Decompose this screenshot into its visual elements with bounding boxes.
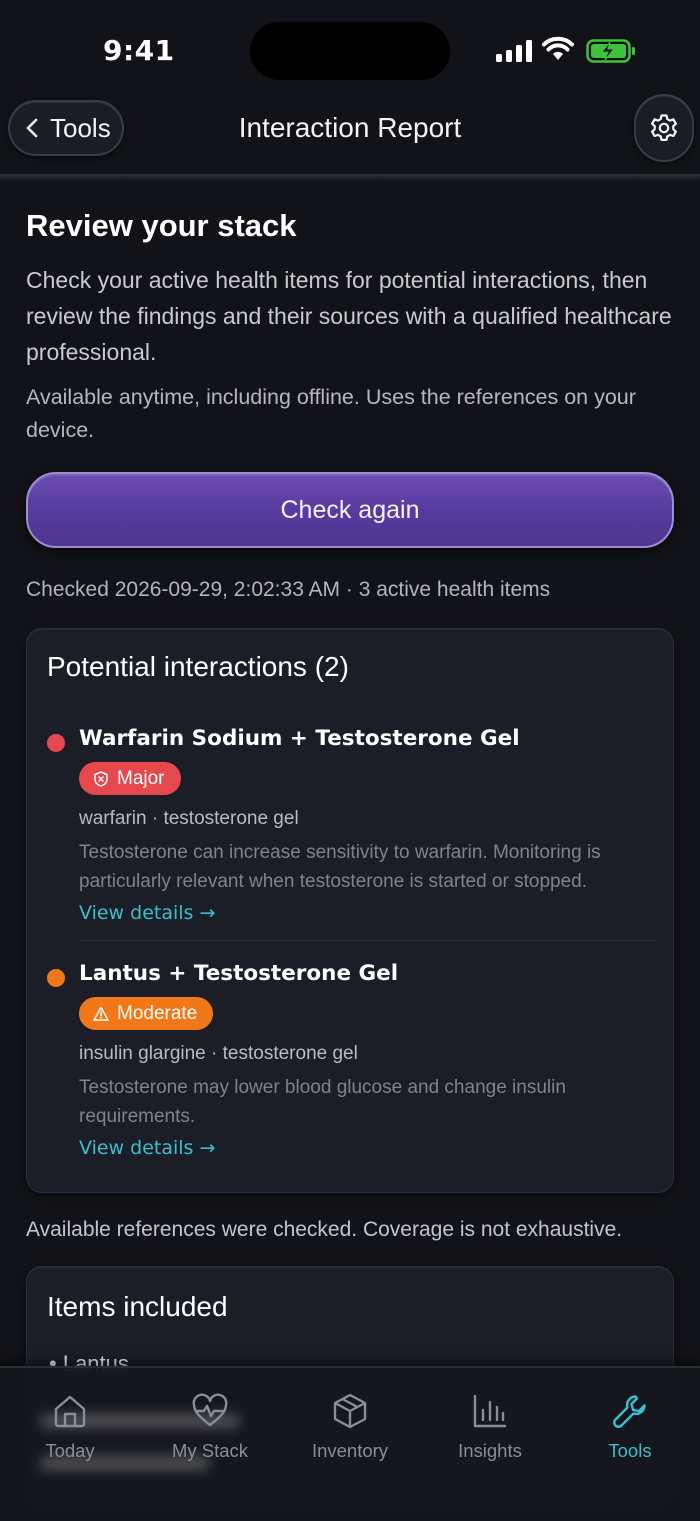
coverage-note: Available references were checked. Cover…	[26, 1218, 623, 1241]
severity-badge-moderate: Moderate	[79, 997, 214, 1030]
interaction-divider	[79, 940, 655, 941]
view-details-link[interactable]: View details →	[79, 1137, 215, 1159]
home-icon	[54, 1395, 86, 1428]
tab-bar: Today My Stack Inventory Insights Tools	[0, 1366, 700, 1521]
interaction-drugs: insulin glargine · testosterone gel	[79, 1043, 358, 1064]
interaction-description: Testosterone can increase sensitivity to…	[79, 842, 601, 892]
severity-label: Major	[117, 767, 165, 789]
interaction-drugs: warfarin · testosterone gel	[79, 808, 299, 829]
shield-x-icon	[94, 770, 108, 787]
interactions-card: Potential interactions (2) Warfarin Sodi…	[26, 628, 674, 1193]
tab-today[interactable]: Today	[0, 1392, 140, 1462]
tab-my-stack[interactable]: My Stack	[140, 1392, 280, 1462]
warning-triangle-icon	[93, 1006, 109, 1021]
checked-timestamp: Checked 2026-09-29, 2:02:33 AM · 3 activ…	[26, 578, 551, 601]
nav-header: Tools Interaction Report	[0, 90, 700, 176]
offline-note: Available anytime, including offline. Us…	[26, 385, 636, 442]
interactions-title: Potential interactions (2)	[47, 651, 349, 682]
severity-dot	[47, 734, 65, 752]
gear-icon	[651, 114, 677, 141]
interaction-name: Warfarin Sodium + Testosterone Gel	[79, 726, 520, 751]
wifi-icon	[542, 36, 574, 60]
tab-label: Insights	[458, 1440, 522, 1461]
tab-label: My Stack	[171, 1440, 249, 1461]
intro-description: Check your active health items for poten…	[26, 267, 672, 365]
check-again-button[interactable]: Check again	[26, 472, 674, 548]
dynamic-island	[250, 22, 450, 80]
battery-charging-icon	[586, 39, 635, 63]
tab-insights[interactable]: Insights	[420, 1392, 560, 1462]
cellular-signal-icon	[496, 40, 532, 62]
box-icon	[333, 1393, 367, 1429]
severity-label: Moderate	[117, 1002, 198, 1024]
tab-label: Tools	[608, 1440, 652, 1461]
bar-chart-icon	[473, 1394, 507, 1428]
page-title: Interaction Report	[238, 112, 462, 143]
tab-inventory[interactable]: Inventory	[280, 1392, 420, 1462]
tab-label: Today	[45, 1440, 95, 1461]
screen: 9:41 Tools Interaction Report Review you…	[0, 0, 700, 1521]
severity-badge-major: Major	[79, 762, 181, 795]
view-details-link[interactable]: View details →	[79, 902, 215, 924]
heart-pulse-icon	[192, 1393, 228, 1427]
status-bar: 9:41	[0, 0, 700, 90]
status-time: 9:41	[103, 34, 175, 67]
header-divider	[0, 174, 700, 180]
interaction-description: Testosterone may lower blood glucose and…	[79, 1077, 566, 1127]
settings-button[interactable]	[634, 94, 694, 162]
wrench-icon	[613, 1395, 646, 1428]
interaction-name: Lantus + Testosterone Gel	[79, 961, 399, 986]
tab-label: Inventory	[311, 1440, 389, 1461]
severity-dot	[47, 969, 65, 987]
section-heading: Review your stack	[26, 208, 297, 243]
tab-tools[interactable]: Tools	[560, 1392, 700, 1462]
items-included-title: Items included	[47, 1291, 228, 1322]
